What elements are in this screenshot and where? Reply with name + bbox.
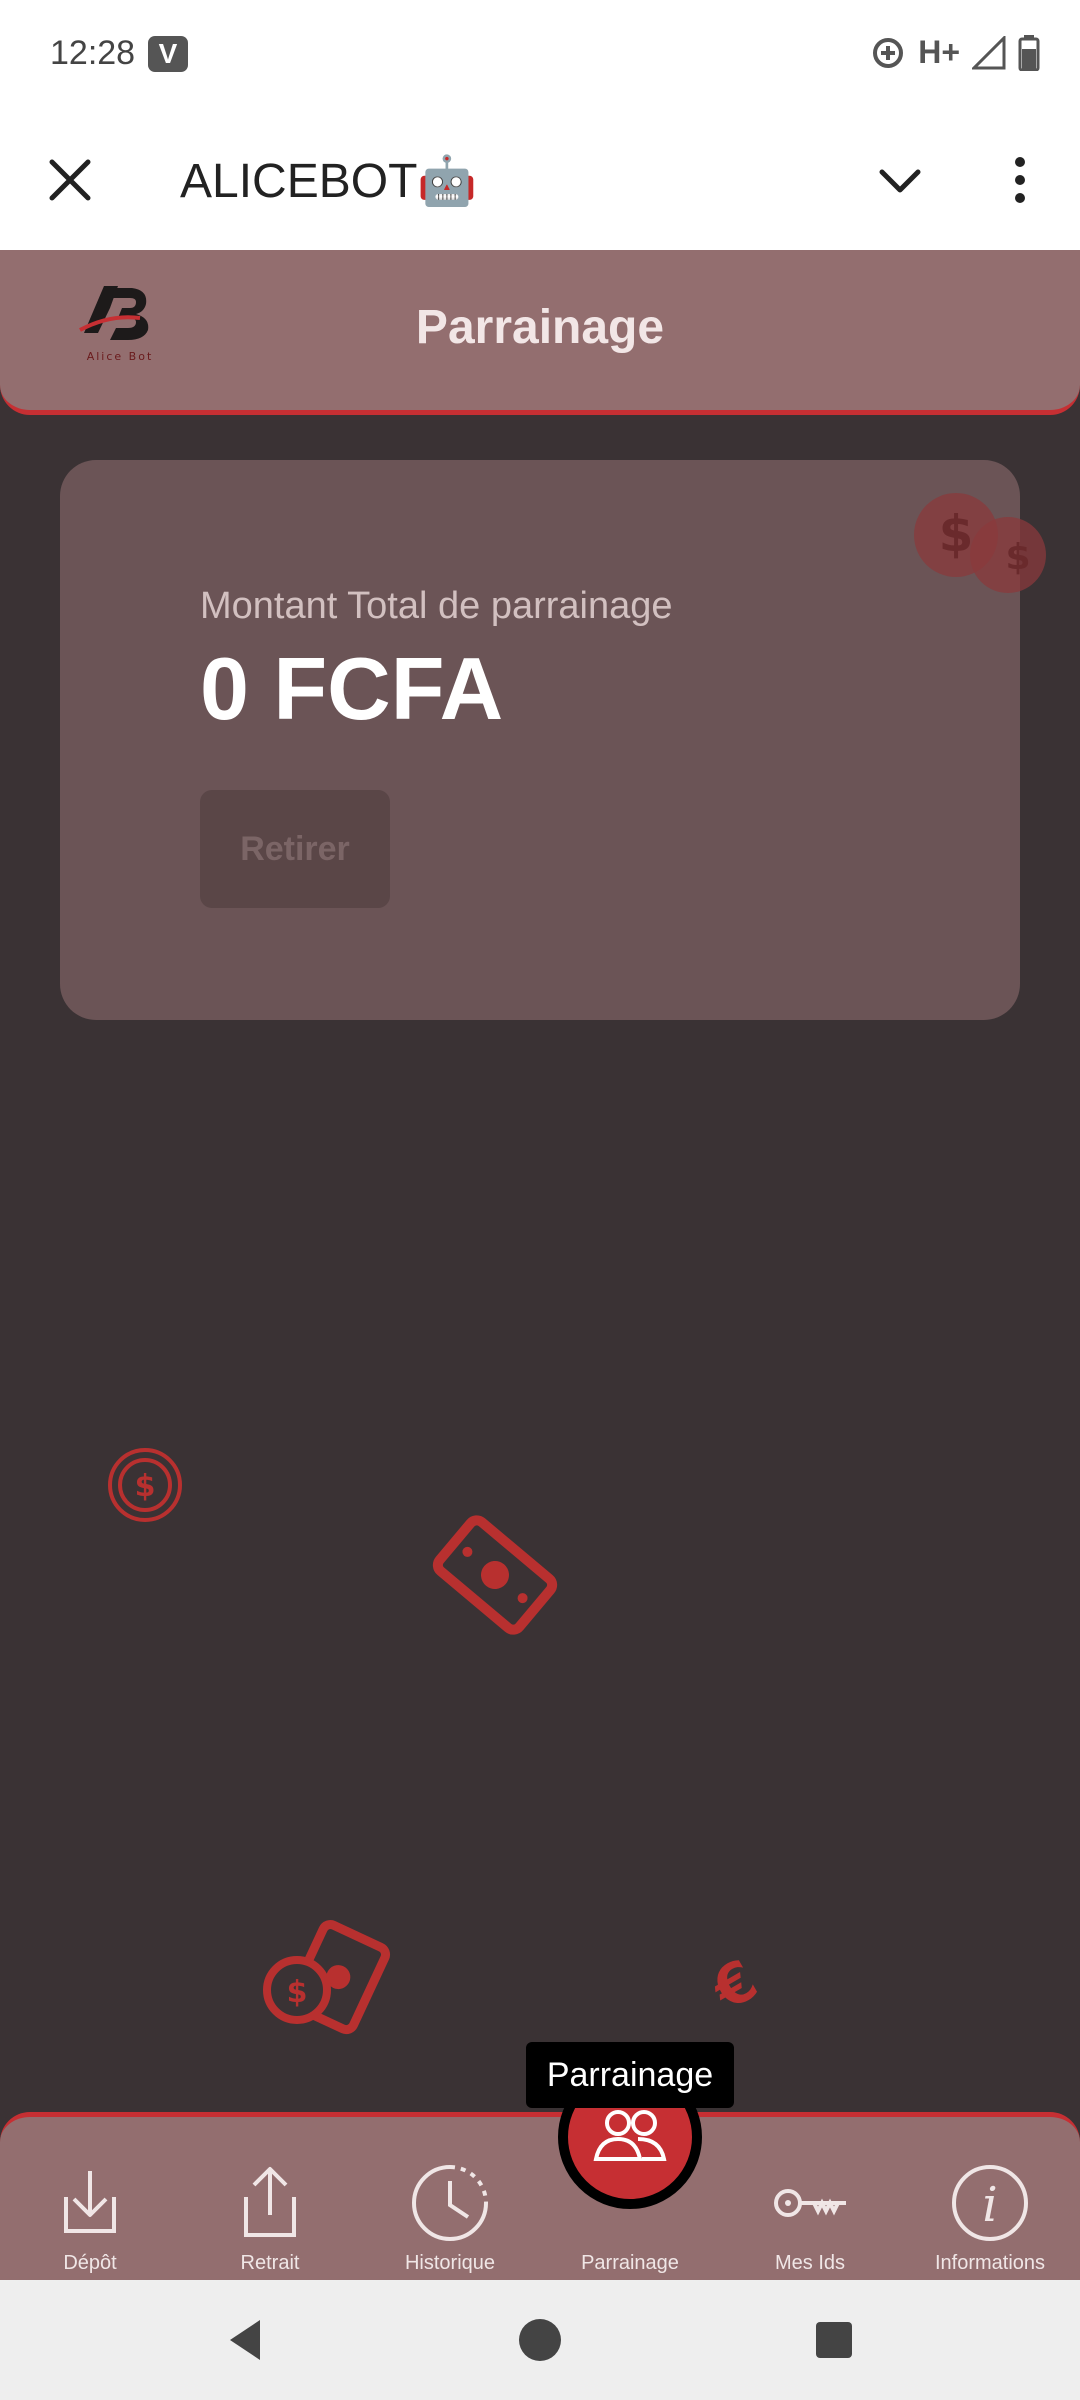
svg-text:€: €	[700, 1950, 768, 2020]
svg-text:$: $	[287, 1975, 308, 2010]
total-amount: 0 FCFA	[200, 639, 504, 738]
nav-label-retrait: Retrait	[240, 2252, 300, 2274]
svg-text:$: $	[1005, 537, 1030, 578]
info-icon: i	[952, 2165, 1028, 2241]
home-icon[interactable]	[510, 2310, 570, 2370]
svg-text:$: $	[939, 505, 974, 563]
app-toolbar: ALICEBOT🤖	[0, 110, 1080, 250]
status-time: 12:28	[50, 34, 136, 72]
clock-icon	[412, 2165, 488, 2241]
network-type: H+	[918, 34, 960, 70]
data-saver-icon	[873, 37, 904, 68]
section-header: Alice Bot Parrainage	[0, 250, 1080, 415]
section-title: Parrainage	[415, 301, 665, 354]
chevron-down-icon[interactable]	[870, 150, 930, 210]
euro-icon: €	[700, 1950, 768, 2020]
bottom-nav: Dépôt Retrait Historique Parrainage Mes …	[0, 2112, 1080, 2280]
tooltip: Parrainage	[526, 2042, 734, 2108]
nav-label-informations: Informations	[934, 2252, 1046, 2274]
nav-label-historique: Historique	[404, 2252, 496, 2274]
notification-app-icon: V	[148, 36, 188, 72]
withdraw-button[interactable]: Retirer	[200, 790, 390, 908]
dollar-coin-icon: $	[108, 1448, 182, 1522]
referral-card: Montant Total de parrainage 0 FCFA Retir…	[60, 460, 1020, 1020]
more-vert-icon[interactable]	[990, 150, 1050, 210]
nav-item-depot[interactable]: Dépôt	[0, 2117, 180, 2285]
coins-icon: $ $	[914, 493, 1046, 593]
nav-label-parrainage: Parrainage	[581, 2252, 679, 2274]
total-label: Montant Total de parrainage	[200, 585, 673, 627]
money-coin-icon: $	[263, 1920, 391, 2035]
download-icon	[64, 2171, 116, 2233]
nav-label-depot: Dépôt	[63, 2252, 117, 2274]
nav-item-informations[interactable]: i Informations	[900, 2117, 1080, 2285]
system-nav-bar	[0, 2280, 1080, 2400]
banknote-icon	[432, 1515, 558, 1635]
main-content: Alice Bot Parrainage Montant Total de pa…	[0, 250, 1080, 2280]
svg-text:$: $	[135, 1469, 156, 1504]
svg-text:i: i	[982, 2177, 997, 2233]
battery-icon	[1018, 34, 1040, 71]
recents-icon[interactable]	[804, 2310, 864, 2370]
back-icon[interactable]	[216, 2310, 276, 2370]
status-bar: 12:28 V H+	[0, 0, 1080, 110]
key-icon	[774, 2189, 846, 2217]
nav-label-mes-ids: Mes Ids	[774, 2252, 846, 2274]
close-icon[interactable]	[40, 150, 100, 210]
nav-item-mes-ids[interactable]: Mes Ids	[720, 2117, 900, 2285]
signal-icon	[972, 35, 1006, 69]
page-title: ALICEBOT🤖	[180, 155, 478, 208]
upload-icon	[244, 2167, 296, 2237]
nav-item-historique[interactable]: Historique	[360, 2117, 540, 2285]
status-icons: H+	[870, 34, 1040, 71]
nav-item-retrait[interactable]: Retrait	[180, 2117, 360, 2285]
